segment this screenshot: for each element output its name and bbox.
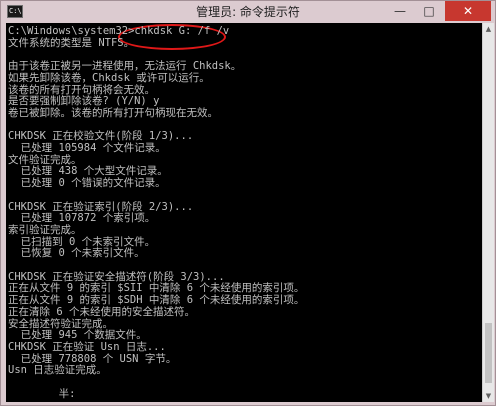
vertical-scrollbar[interactable]: ▲ ▼ [482, 23, 494, 402]
scroll-thumb[interactable] [485, 323, 492, 383]
close-button[interactable]: ✕ [445, 1, 491, 21]
scroll-up-arrow-icon[interactable]: ▲ [483, 23, 494, 35]
console-output[interactable]: C:\Windows\system32>chkdsk G: /f /v 文件系统的… [6, 23, 482, 402]
console-line: 已处理 0 个错误的文件记录。 [8, 177, 166, 190]
console-line: 文件系统的类型是 NTFS。 [8, 36, 135, 49]
command-prompt-window: C:\ 管理员: 命令提示符 — □ ✕ C:\Windows\system32… [0, 0, 496, 406]
console-line: 卷已被卸除。该卷的所有打开句柄现在无效。 [8, 106, 218, 119]
scroll-down-arrow-icon[interactable]: ▼ [483, 390, 494, 402]
maximize-button[interactable]: □ [415, 1, 443, 21]
console-line: 半: [8, 387, 76, 400]
title-bar[interactable]: C:\ 管理员: 命令提示符 — □ ✕ [1, 1, 495, 23]
console-line: 已恢复 0 个未索引文件。 [8, 247, 145, 260]
minimize-button[interactable]: — [385, 1, 415, 21]
console-line: Usn 日志验证完成。 [8, 364, 107, 377]
